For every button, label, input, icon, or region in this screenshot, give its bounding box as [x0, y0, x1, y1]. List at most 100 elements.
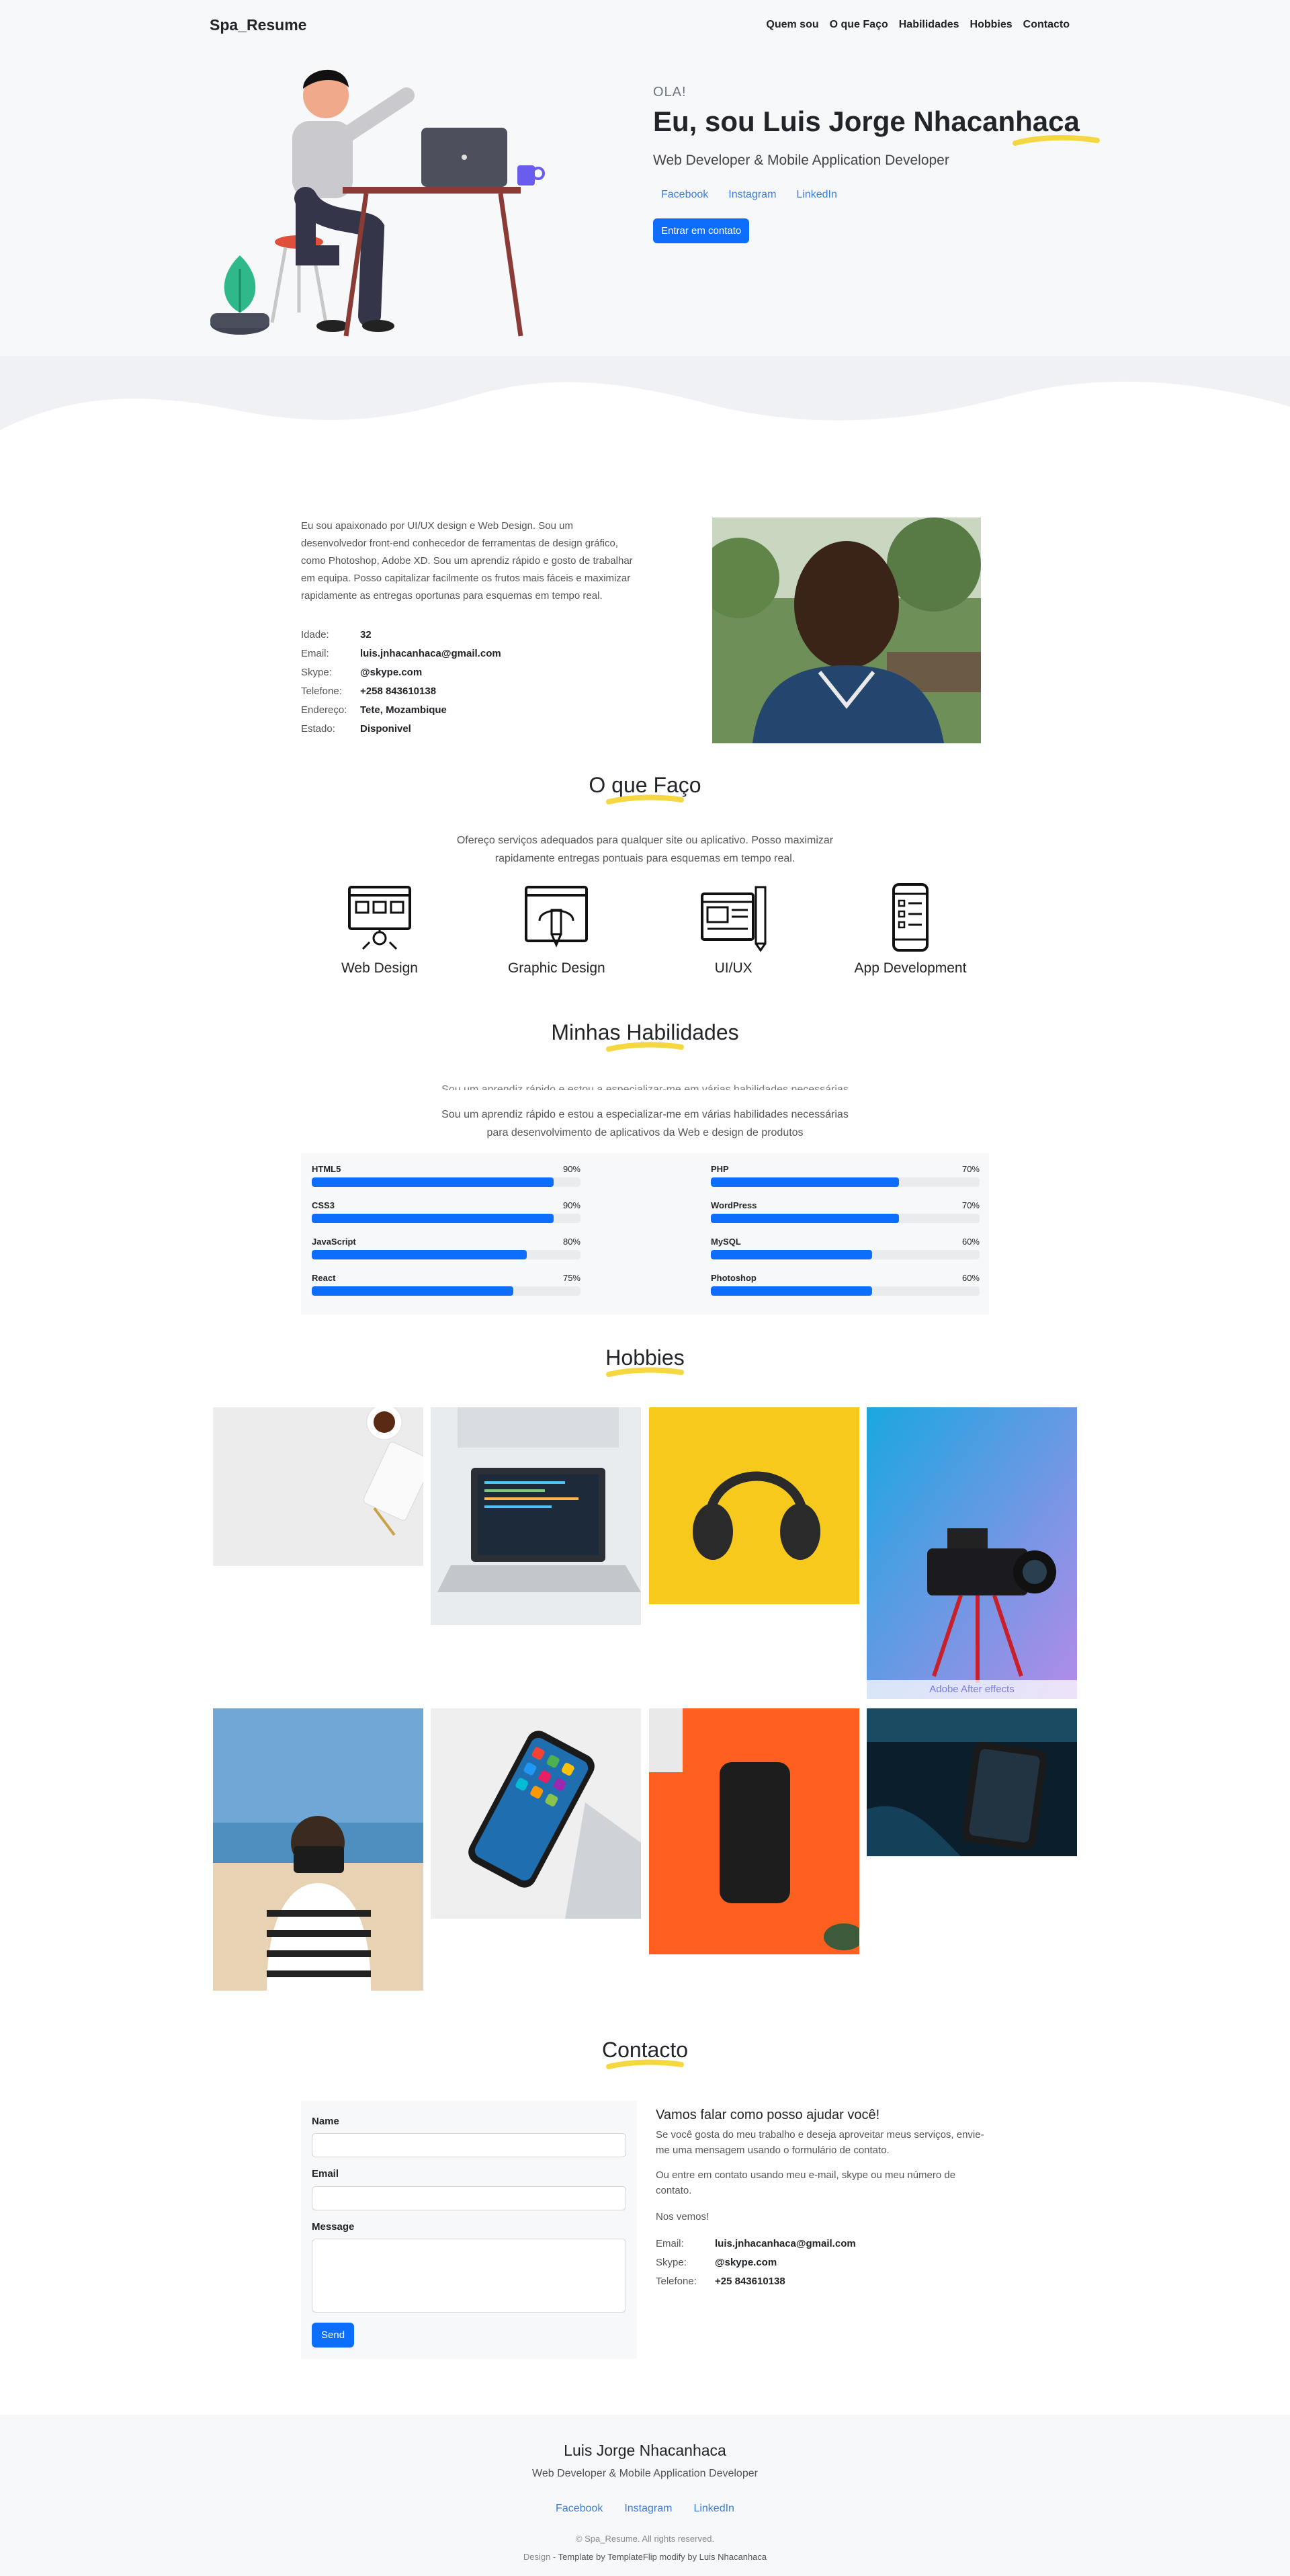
email-label: Email — [312, 2168, 339, 2179]
skill-react: React 75% — [312, 1273, 580, 1296]
hobby-photo-headphones[interactable] — [649, 1407, 859, 1604]
skill-percent: 60% — [961, 1273, 980, 1283]
send-button[interactable]: Send — [312, 2323, 355, 2348]
info-value: Disponivel — [360, 722, 411, 735]
skill-name: Photoshop — [711, 1273, 757, 1283]
brand-logo[interactable]: Spa_Resume — [210, 16, 306, 34]
headphones-image — [649, 1407, 859, 1604]
page-footer: Luis Jorge Nhacanhaca Web Developer & Mo… — [0, 2415, 1290, 2576]
skill-progress-bar — [711, 1250, 980, 1259]
email-input[interactable] — [312, 2186, 626, 2210]
nav-link-habilidades[interactable]: Habilidades — [899, 19, 959, 31]
service-label: Graphic Design — [507, 960, 605, 976]
skill-css3: CSS3 90% — [312, 1200, 580, 1223]
ui-ux-icon — [700, 886, 767, 952]
footer-name: Luis Jorge Nhacanhaca — [564, 2442, 726, 2459]
info-value: @skype.com — [360, 666, 423, 678]
skill-progress-bar — [312, 1286, 580, 1296]
nav-link-quem-sou[interactable]: Quem sou — [766, 19, 818, 31]
hero-instagram-link[interactable]: Instagram — [720, 183, 784, 206]
service-web-design: Web Design — [302, 880, 457, 977]
contact-title: Contacto — [0, 2038, 1290, 2071]
nav-link-o-que-faco[interactable]: O que Faço — [830, 19, 888, 31]
info-value: luis.jnhacanhaca@gmail.com — [360, 647, 501, 659]
hero-wave-divider — [0, 356, 1290, 477]
message-textarea[interactable] — [312, 2239, 626, 2313]
footer-linkedin-link[interactable]: LinkedIn — [685, 2500, 742, 2518]
nav-link-contacto[interactable]: Contacto — [1023, 19, 1070, 31]
skill-progress-fill — [312, 1250, 527, 1259]
footer-design-credit: Design - Template by TemplateFlip modify… — [0, 2552, 1290, 2562]
skill-name: PHP — [711, 1164, 729, 1174]
skill-progress-fill — [711, 1214, 899, 1223]
nav-menu: Quem sou O que Faço Habilidades Hobbies … — [766, 19, 1070, 31]
skill-progress-bar — [312, 1250, 580, 1259]
footer-facebook-link[interactable]: Facebook — [548, 2500, 611, 2518]
top-navbar: Spa_Resume Quem sou O que Faço Habilidad… — [0, 0, 1290, 50]
skills-ghost-text: Sou um aprendiz rápido e estou a especia… — [0, 1081, 1290, 1090]
hobby-caption: Adobe After effects — [867, 1680, 1077, 1699]
hero-facebook-link[interactable]: Facebook — [653, 183, 716, 206]
hero-name-heading: Eu, sou Luis Jorge Nhacanhaca — [653, 106, 1100, 146]
contact-paragraph-2: Ou entre em contato usando meu e-mail, s… — [656, 2169, 956, 2196]
hobby-photo-camera-video[interactable]: Adobe After effects — [867, 1407, 1077, 1699]
skills-title: Minhas Habilidades — [0, 1020, 1290, 1053]
footer-instagram-link[interactable]: Instagram — [616, 2500, 680, 2518]
camera-video-image — [867, 1407, 1077, 1699]
skill-javascript: JavaScript 80% — [312, 1237, 580, 1259]
skill-progress-bar — [711, 1214, 980, 1223]
skill-photoshop: Photoshop 60% — [711, 1273, 980, 1296]
hobby-photo-laptop-code[interactable] — [431, 1407, 641, 1625]
info-row-address: Endereço: Tete, Mozambique — [301, 700, 637, 719]
hobby-photo-phone-clock[interactable] — [867, 1708, 1077, 1856]
services-description: Ofereço serviços adequados para qualquer… — [0, 831, 1290, 868]
info-label: Skype: — [301, 666, 332, 678]
skill-name: MySQL — [711, 1237, 741, 1247]
contact-value: +25 843610138 — [715, 2275, 785, 2287]
skill-html5: HTML5 90% — [312, 1164, 580, 1187]
skill-progress-fill — [711, 1250, 872, 1259]
service-label: UI/UX — [714, 960, 752, 976]
services-desc-line2: rapidamente entregas pontuais para esque… — [494, 853, 796, 864]
name-input[interactable] — [312, 2133, 626, 2157]
hobbies-title: Hobbies — [0, 1345, 1290, 1378]
contact-cta-button[interactable]: Entrar em contato — [653, 218, 750, 243]
hobby-photo-coffee-keyboard[interactable] — [213, 1407, 423, 1566]
skills-panel: HTML5 90% CSS3 90% JavaScript 80% React 75% … — [301, 1153, 989, 1315]
info-row-age: Idade: 32 — [301, 625, 637, 644]
skill-name: JavaScript — [312, 1237, 356, 1247]
hero-linkedin-link[interactable]: LinkedIn — [788, 183, 845, 206]
info-row-email: Email: luis.jnhacanhaca@gmail.com — [301, 644, 637, 663]
hero-text-block: OLA! Eu, sou Luis Jorge Nhacanhaca Web D… — [653, 85, 1110, 243]
skill-progress-fill — [312, 1214, 554, 1223]
service-app-development: App Development — [833, 880, 988, 977]
footer-social-links: Facebook Instagram LinkedIn — [0, 2500, 1290, 2518]
info-label: Idade: — [301, 628, 329, 640]
contact-info-block: Vamos falar como posso ajudar você! Se v… — [656, 2108, 992, 2290]
hobbies-title-text: Hobbies — [605, 1345, 685, 1370]
info-label: Email: — [301, 647, 329, 659]
info-row-phone: Telefone: +258 843610138 — [301, 681, 637, 700]
footer-design-link[interactable]: Template by TemplateFlip modify by Luis … — [558, 2552, 767, 2562]
skills-description: Sou um aprendiz rápido e estou a especia… — [0, 1106, 1290, 1142]
hobby-photo-smartphone-apps[interactable] — [431, 1708, 641, 1919]
skill-php: PHP 70% — [711, 1164, 980, 1187]
services-title-text: O que Faço — [589, 773, 701, 797]
contact-paragraph-3: Nos vemos! — [656, 2211, 710, 2222]
contact-row-phone: Telefone: +25 843610138 — [656, 2272, 992, 2290]
contact-value: luis.jnhacanhaca@gmail.com — [715, 2237, 856, 2249]
skills-title-text: Minhas Habilidades — [551, 1020, 739, 1044]
hobby-photo-photographer[interactable] — [213, 1708, 423, 1991]
skill-percent: 90% — [562, 1164, 580, 1174]
skill-name: CSS3 — [312, 1200, 335, 1210]
name-label: Name — [312, 2116, 339, 2127]
phone-clock-image — [867, 1708, 1077, 1856]
contact-label: Telefone: — [656, 2275, 697, 2287]
contact-label: Skype: — [656, 2256, 687, 2268]
skill-name: HTML5 — [312, 1164, 341, 1174]
profile-photo-image — [712, 517, 981, 743]
info-row-status: Estado: Disponivel — [301, 719, 637, 738]
nav-link-hobbies[interactable]: Hobbies — [970, 19, 1013, 31]
hobby-photo-phone-orange[interactable] — [649, 1708, 859, 1954]
services-desc-line1: Ofereço serviços adequados para qualquer… — [456, 835, 834, 846]
